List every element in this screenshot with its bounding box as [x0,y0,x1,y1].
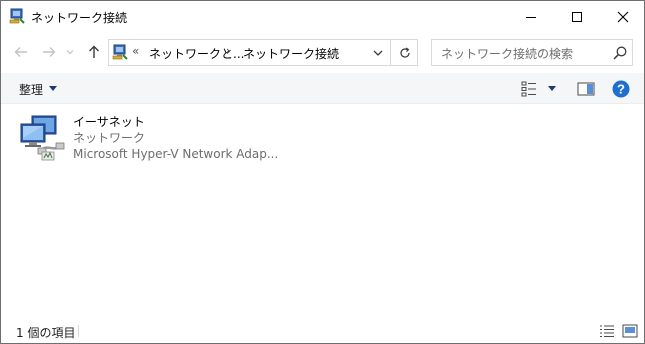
arrow-right-icon [43,47,56,57]
item-device: Microsoft Hyper-V Network Adap... [73,147,279,161]
change-view-icon[interactable] [521,81,539,97]
organize-dropdown-caret-icon[interactable] [49,86,57,91]
ethernet-adapter-icon [20,115,65,161]
network-connections-icon [112,44,128,60]
preview-pane-icon[interactable] [577,81,595,97]
address-history-dropdown[interactable] [367,40,389,65]
search-box[interactable]: ネットワーク接続の検索 [431,39,633,66]
up-button[interactable] [83,40,105,64]
item-count: 1 個の項目 [16,326,76,340]
command-bar: 整理 ? [1,73,644,104]
explorer-window: ネットワーク接続 « ネットワークと... › ネットワーク接続 ネットワーク接… [0,0,645,344]
close-button[interactable] [600,1,644,32]
arrow-up-icon [89,45,99,58]
close-icon [617,11,629,22]
minimize-button[interactable] [508,1,554,32]
breadcrumb-separator[interactable]: › [226,44,231,58]
maximize-icon [572,11,582,22]
recent-locations-button[interactable] [63,40,77,64]
refresh-icon [399,47,410,58]
status-bar: 1 個の項目 [1,319,644,343]
refresh-button[interactable] [390,40,418,65]
network-connections-icon [9,8,25,24]
list-item-ethernet[interactable]: イーサネット ネットワーク Microsoft Hyper-V Network … [16,111,296,167]
view-options-caret-icon[interactable] [548,86,556,91]
title-bar[interactable]: ネットワーク接続 [1,1,644,32]
chevron-down-icon [373,50,383,56]
minimize-icon [526,16,536,18]
help-icon[interactable]: ? [612,80,630,98]
address-bar[interactable]: « ネットワークと... › ネットワーク接続 [108,39,418,66]
address-overflow-chevron[interactable]: « [132,44,139,58]
maximize-button[interactable] [554,1,600,32]
search-placeholder[interactable]: ネットワーク接続の検索 [441,45,573,62]
window-title: ネットワーク接続 [31,11,128,25]
breadcrumb-network-connections[interactable]: ネットワーク接続 [243,45,339,62]
back-button[interactable] [10,40,32,64]
details-view-icon[interactable] [599,324,615,338]
forward-button[interactable] [38,40,60,64]
item-type: ネットワーク [73,131,146,145]
items-view[interactable]: イーサネット ネットワーク Microsoft Hyper-V Network … [1,104,644,319]
svg-text:?: ? [617,82,625,97]
chevron-down-icon [66,50,74,55]
search-icon[interactable] [612,45,628,61]
navigation-bar: « ネットワークと... › ネットワーク接続 ネットワーク接続の検索 [1,32,644,72]
arrow-left-icon [14,47,27,57]
item-name: イーサネット [73,115,145,129]
large-icons-view-icon[interactable] [622,324,638,338]
organize-menu-button[interactable]: 整理 [19,81,43,98]
status-divider [78,325,79,337]
